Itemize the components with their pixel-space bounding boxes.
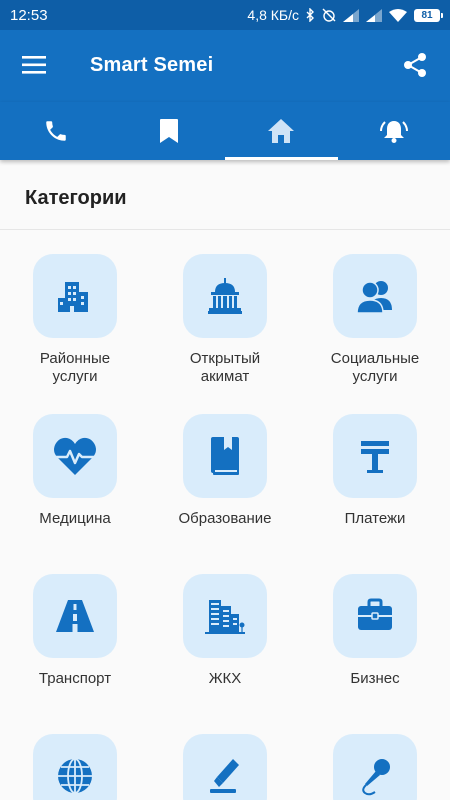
category-internet[interactable]: [0, 734, 150, 800]
app-bar: Smart Semei: [0, 30, 450, 102]
category-label: Социальные услуги: [330, 350, 420, 385]
category-icon-box: [333, 254, 417, 338]
road-icon: [56, 600, 94, 632]
category-transport[interactable]: Транспорт: [0, 574, 150, 688]
category-label: Открытый акимат: [189, 350, 261, 385]
category-housing[interactable]: ЖКХ: [150, 574, 300, 688]
category-label: Платежи: [344, 510, 406, 527]
category-label: Транспорт: [38, 670, 112, 687]
category-social-services[interactable]: Социальные услуги: [300, 254, 450, 386]
category-medicine[interactable]: Медицина: [0, 414, 150, 528]
share-icon[interactable]: [402, 52, 428, 78]
section-header: Категории: [0, 160, 450, 230]
category-icon-box: [333, 734, 417, 800]
category-label: Медицина: [39, 510, 111, 527]
government-building-icon: [208, 278, 242, 314]
category-open-akimat[interactable]: Открытый акимат: [150, 254, 300, 386]
pen-icon: [210, 759, 239, 793]
alarm-off-icon: [322, 8, 336, 22]
category-icon-box: [33, 574, 117, 658]
tab-phone[interactable]: [0, 102, 113, 160]
category-icon-box: [183, 414, 267, 498]
tab-home[interactable]: [225, 102, 338, 160]
category-icon-box: [183, 574, 267, 658]
category-district-services[interactable]: Районные услуги: [0, 254, 150, 386]
bluetooth-icon: [306, 8, 314, 22]
people-icon: [356, 281, 392, 314]
home-icon: [268, 119, 295, 143]
category-media[interactable]: [300, 734, 450, 800]
app-title: Smart Semei: [90, 54, 214, 76]
city-buildings-icon: [205, 600, 245, 634]
main-content: Категории Районные услуги Открытый акима…: [0, 160, 450, 800]
status-time: 12:53: [10, 6, 48, 24]
category-icon-box: [333, 414, 417, 498]
hamburger-menu-icon[interactable]: [22, 54, 48, 76]
category-label: ЖКХ: [208, 670, 242, 687]
globe-icon: [58, 758, 92, 794]
tab-bar: [0, 102, 450, 160]
category-icon-box: [33, 734, 117, 800]
category-business[interactable]: Бизнес: [300, 574, 450, 688]
category-label: Районные услуги: [39, 350, 111, 385]
section-title: Категории: [25, 187, 127, 209]
tab-bookmarks[interactable]: [113, 102, 226, 160]
briefcase-icon: [358, 598, 392, 630]
bookmark-icon: [159, 119, 178, 143]
status-bar: 12:53 4,8 КБ/с 81: [0, 0, 450, 30]
building-icon: [58, 282, 88, 312]
category-icon-box: [33, 254, 117, 338]
alarm-bell-icon: [379, 121, 408, 143]
category-icon-box: [333, 574, 417, 658]
category-icon-box: [183, 734, 267, 800]
category-icon-box: [183, 254, 267, 338]
signal-icon: [343, 8, 359, 22]
tab-alerts[interactable]: [338, 102, 450, 160]
battery-icon: 81: [414, 8, 443, 22]
phone-icon: [46, 121, 66, 141]
book-icon: [211, 437, 239, 475]
category-icon-box: [33, 414, 117, 498]
tenge-icon: [361, 441, 389, 473]
category-appeals[interactable]: [150, 734, 300, 800]
category-label: Бизнес: [350, 670, 400, 687]
category-education[interactable]: Образование: [150, 414, 300, 528]
status-icons: 4,8 КБ/с 81: [247, 7, 443, 23]
signal-icon-2: [366, 8, 382, 22]
category-label: Образование: [178, 510, 272, 527]
category-payments[interactable]: Платежи: [300, 414, 450, 528]
wifi-icon: [389, 8, 407, 22]
network-speed: 4,8 КБ/с: [247, 7, 299, 23]
microphone-icon: [362, 759, 390, 796]
heart-pulse-icon: [54, 437, 96, 475]
